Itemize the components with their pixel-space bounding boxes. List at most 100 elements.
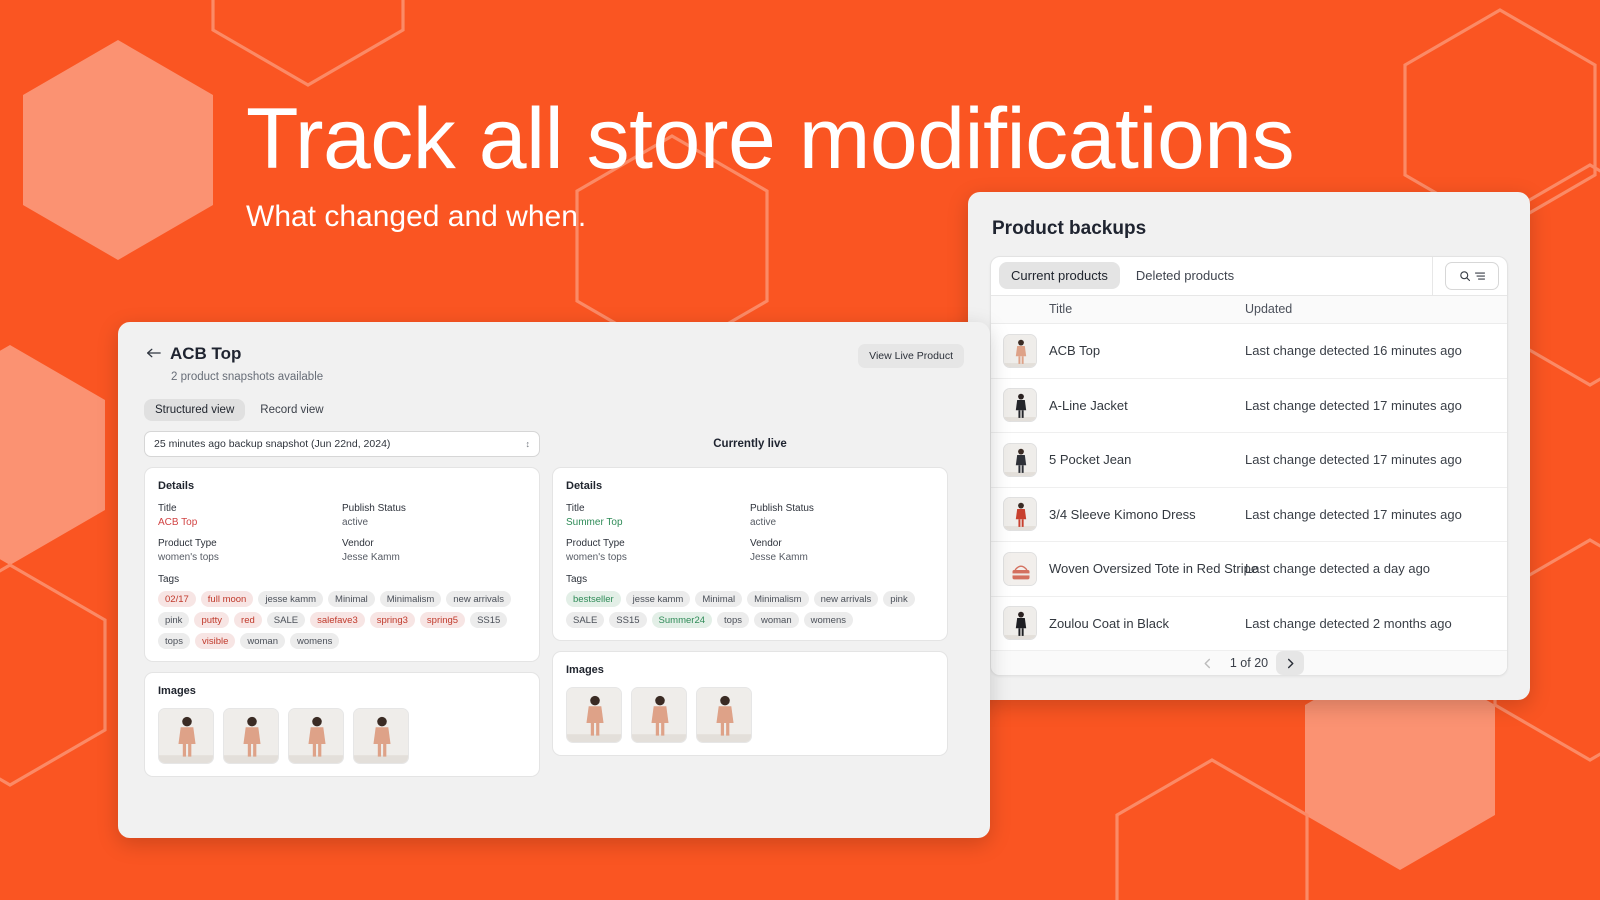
- field-value: Jesse Kamm: [342, 552, 400, 563]
- product-image-thumbnail[interactable]: [288, 708, 344, 764]
- search-icon: [1459, 270, 1470, 281]
- product-backups-card: Product backups Current products Deleted …: [968, 192, 1530, 700]
- live-images-card: Images: [552, 651, 948, 756]
- field-label: Title: [566, 503, 585, 514]
- product-thumbnail-image: [1004, 498, 1036, 531]
- product-image-thumbnail[interactable]: [158, 708, 214, 764]
- snapshot-tags-label: Tags: [158, 574, 180, 585]
- backups-toolbar: Current products Deleted products: [991, 257, 1507, 296]
- live-tag-list: bestseller jesse kamm Minimal Minimalism new…: [566, 591, 934, 628]
- product-thumbnail-image: [224, 709, 278, 763]
- snapshot-field: Title ACB Top: [158, 503, 342, 528]
- product-image-thumbnail[interactable]: [631, 687, 687, 743]
- search-filter-button[interactable]: [1445, 261, 1499, 290]
- snapshot-details-card: Details Title ACB Top Publish Status acti…: [144, 467, 540, 662]
- backups-title: Product backups: [992, 218, 1147, 239]
- row-updated-text: Last change detected 16 minutes ago: [1245, 343, 1462, 359]
- table-row[interactable]: ACB Top Last change detected 16 minutes …: [991, 324, 1507, 379]
- live-fields: Title Summer Top Publish Status active Pro…: [566, 503, 934, 563]
- tag-chip: visible: [194, 633, 236, 649]
- tag-chip: SALE: [266, 612, 306, 628]
- row-product-title: 5 Pocket Jean: [1049, 452, 1132, 468]
- view-live-product-button[interactable]: View Live Product: [858, 344, 964, 368]
- backups-tablist: Current products Deleted products: [999, 262, 1432, 290]
- row-thumbnail: [991, 388, 1049, 423]
- back-button[interactable]: [146, 346, 161, 364]
- snapshot-select[interactable]: 25 minutes ago backup snapshot (Jun 22nd…: [144, 431, 540, 457]
- tag-chip: bestseller: [566, 591, 621, 607]
- product-image-thumbnail[interactable]: [353, 708, 409, 764]
- snapshot-field: Vendor Jesse Kamm: [342, 538, 526, 563]
- snapshot-image-list: [158, 708, 526, 764]
- tag-chip: tops: [717, 612, 749, 628]
- live-column: Currently live Details Title Summer Top P…: [552, 431, 948, 777]
- backups-table: Current products Deleted products Title …: [990, 256, 1508, 676]
- field-label: Product Type: [566, 538, 625, 549]
- tag-chip: tops: [158, 633, 190, 649]
- pagination-prev-button[interactable]: [1194, 651, 1222, 675]
- product-thumbnail-image: [1004, 389, 1036, 422]
- field-label: Vendor: [750, 538, 782, 549]
- live-details-card: Details Title Summer Top Publish Status a…: [552, 467, 948, 641]
- details-title: Details: [158, 480, 195, 492]
- tag-chip: spring5: [419, 612, 466, 628]
- backups-tab-deleted[interactable]: Deleted products: [1124, 262, 1246, 289]
- field-label: Vendor: [342, 538, 374, 549]
- product-thumbnail-image: [1004, 334, 1036, 367]
- table-row[interactable]: A-Line Jacket Last change detected 17 mi…: [991, 379, 1507, 433]
- row-updated-text: Last change detected 2 months ago: [1245, 615, 1452, 631]
- tag-chip: womens: [290, 633, 340, 649]
- backups-header-row: Title Updated: [991, 295, 1507, 324]
- table-row[interactable]: Zoulou Coat in Black Last change detecte…: [991, 597, 1507, 651]
- table-row[interactable]: Woven Oversized Tote in Red Stripe Last …: [991, 542, 1507, 597]
- field-label: Title: [158, 503, 177, 514]
- product-thumbnail-image: [354, 709, 408, 763]
- tag-chip: SALE: [566, 612, 605, 628]
- product-thumbnail-image: [1004, 552, 1036, 585]
- product-thumbnail-image: [1004, 443, 1036, 476]
- live-tags-label: Tags: [566, 574, 588, 585]
- table-row[interactable]: 5 Pocket Jean Last change detected 17 mi…: [991, 433, 1507, 488]
- row-updated-text: Last change detected a day ago: [1245, 561, 1431, 577]
- filter-icon: [1474, 272, 1485, 280]
- tag-chip: pink: [883, 591, 915, 607]
- product-image-thumbnail[interactable]: [566, 687, 622, 743]
- tag-chip: Summer24: [651, 612, 713, 628]
- snapshot-fields: Title ACB Top Publish Status active Produc…: [158, 503, 526, 563]
- view-tab-record[interactable]: Record view: [249, 399, 334, 421]
- tag-chip: woman: [753, 612, 799, 628]
- page-title: Track all store modifications: [246, 91, 1295, 187]
- live-field: Publish Status active: [750, 503, 934, 528]
- product-thumbnail-image: [159, 709, 213, 763]
- backups-row-list: ACB Top Last change detected 16 minutes …: [991, 324, 1507, 651]
- backups-tab-current[interactable]: Current products: [999, 262, 1120, 290]
- field-label: Publish Status: [342, 503, 406, 514]
- tag-chip: SS15: [609, 612, 647, 628]
- images-title-live: Images: [566, 664, 604, 676]
- product-image-thumbnail[interactable]: [696, 687, 752, 743]
- row-thumbnail: [991, 606, 1049, 641]
- view-tab-structured[interactable]: Structured view: [144, 399, 246, 421]
- tag-chip: new arrivals: [813, 591, 879, 607]
- field-value: women's tops: [158, 552, 219, 563]
- snapshot-header: ACB Top View Live Product: [144, 344, 964, 368]
- live-image-list: [566, 687, 934, 743]
- table-row[interactable]: 3/4 Sleeve Kimono Dress Last change dete…: [991, 488, 1507, 542]
- pagination-next-button[interactable]: [1276, 651, 1305, 675]
- page-subtitle: What changed and when.: [246, 200, 587, 233]
- tag-chip: jesse kamm: [258, 591, 324, 607]
- tag-chip: jesse kamm: [625, 591, 691, 607]
- product-image-thumbnail[interactable]: [223, 708, 279, 764]
- product-thumbnail-image: [632, 688, 686, 742]
- column-header-title: Title: [1049, 302, 1073, 317]
- row-updated-text: Last change detected 17 minutes ago: [1245, 452, 1462, 468]
- column-header-updated: Updated: [1245, 302, 1293, 317]
- snapshot-tag-list: 02/17 full moon jesse kamm Minimal Minimalis…: [158, 591, 526, 649]
- snapshot-select-value: 25 minutes ago backup snapshot (Jun 22nd…: [154, 438, 391, 450]
- chevron-left-icon: [1204, 658, 1211, 668]
- product-snapshot-card: ACB Top View Live Product 2 product snap…: [118, 322, 990, 838]
- backups-tools: [1432, 257, 1499, 295]
- back-arrow-icon: [147, 348, 161, 358]
- product-thumbnail-image: [289, 709, 343, 763]
- tag-chip: Minimalism: [747, 591, 809, 607]
